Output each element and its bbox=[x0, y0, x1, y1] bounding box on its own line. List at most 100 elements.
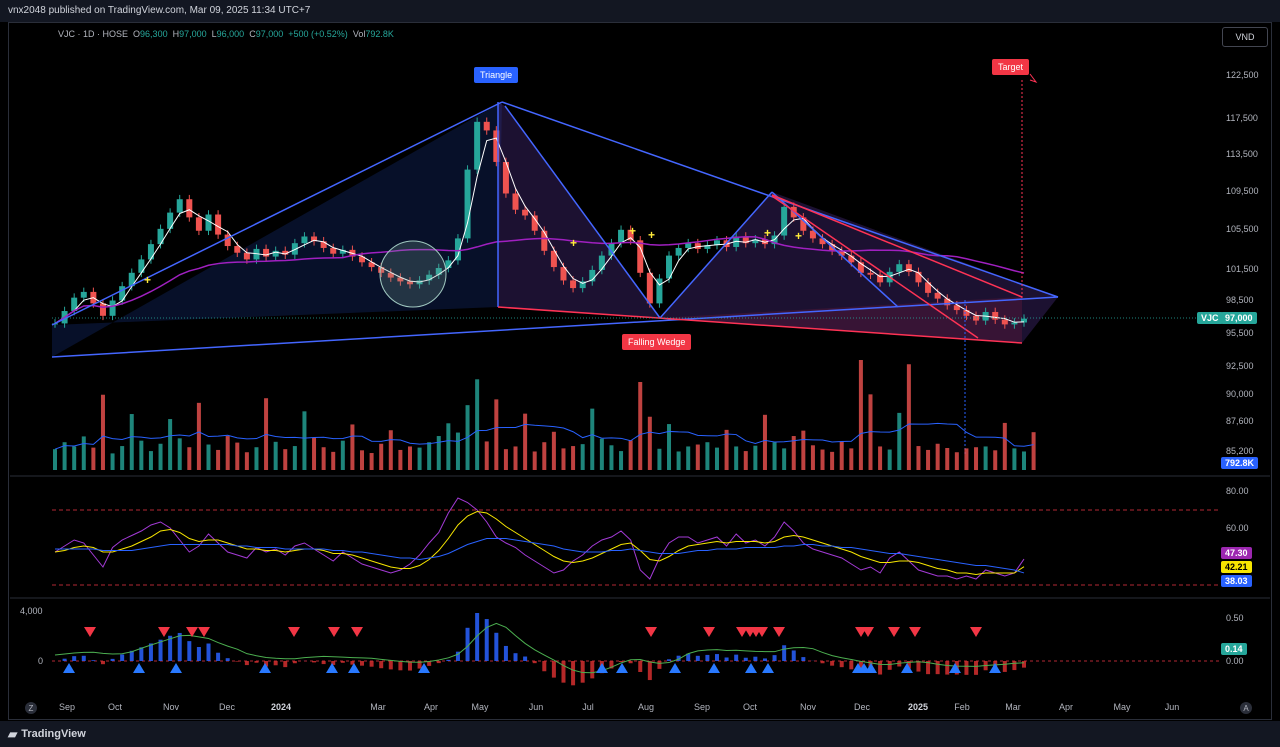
volume-bar bbox=[619, 451, 624, 470]
buy-signal-icon bbox=[63, 663, 75, 673]
legend-low: 96,000 bbox=[216, 29, 245, 39]
osc-bar bbox=[724, 657, 729, 661]
legend-change: +500 (+0.52%) bbox=[288, 29, 348, 39]
volume-bar bbox=[935, 443, 940, 470]
osc-bar bbox=[734, 654, 739, 661]
legend-open: 96,300 bbox=[140, 29, 168, 39]
legend-open-label: O bbox=[133, 29, 141, 39]
y-tick: 92,500 bbox=[1226, 361, 1254, 371]
signal-plus-icon: + bbox=[144, 273, 151, 287]
osc-bar bbox=[206, 643, 211, 661]
osc-bar bbox=[225, 658, 230, 661]
x-tick: Jun bbox=[1164, 702, 1180, 712]
osc-bar bbox=[743, 657, 748, 661]
volume-bar bbox=[283, 449, 288, 470]
osc-bar bbox=[551, 661, 556, 678]
volume-bar bbox=[81, 436, 86, 470]
auto-scale-button[interactable]: A bbox=[1240, 702, 1252, 714]
osc-bar bbox=[81, 655, 86, 661]
osc-bar bbox=[91, 660, 96, 661]
osc-bar bbox=[523, 656, 528, 661]
volume-bar bbox=[571, 446, 576, 470]
volume-bar bbox=[158, 443, 163, 470]
x-tick: Jul bbox=[582, 702, 594, 712]
osc-bar bbox=[110, 658, 115, 661]
osc-bar bbox=[974, 661, 979, 675]
osc-bar bbox=[590, 661, 595, 679]
osc-bar bbox=[196, 647, 201, 661]
x-tick: Feb bbox=[954, 702, 970, 712]
osc-bar bbox=[1012, 661, 1017, 671]
signal-plus-icon: + bbox=[764, 226, 771, 240]
currency-button[interactable]: VND bbox=[1222, 27, 1268, 47]
triangle-annotation[interactable]: Triangle bbox=[474, 67, 519, 83]
osc-bar bbox=[782, 645, 787, 661]
sell-signal-icon bbox=[84, 627, 96, 637]
falling-wedge-annotation[interactable]: Falling Wedge bbox=[622, 334, 692, 350]
volume-bar bbox=[369, 453, 374, 470]
volume-bar bbox=[983, 446, 988, 470]
candle-body bbox=[138, 259, 145, 273]
candle-body bbox=[147, 244, 154, 260]
osc-bar bbox=[360, 661, 365, 666]
osc-bar bbox=[235, 661, 240, 662]
candle-body bbox=[675, 247, 682, 256]
volume-bar bbox=[398, 449, 403, 470]
osc-bar bbox=[657, 661, 662, 669]
signal-plus-icon: + bbox=[648, 228, 655, 242]
candle-body bbox=[896, 264, 903, 272]
osc-tick: 0.50 bbox=[1226, 613, 1244, 623]
osc-bar bbox=[1022, 661, 1026, 668]
osc-tick: 0.00 bbox=[1226, 656, 1244, 666]
volume-bar bbox=[762, 414, 767, 470]
volume-bar bbox=[206, 444, 211, 470]
candle-body bbox=[646, 272, 653, 304]
osc-bar bbox=[762, 658, 767, 661]
x-tick: 2024 bbox=[270, 702, 292, 712]
rsi-tick: 80.00 bbox=[1226, 486, 1249, 496]
tradingview-logo-icon: ▰ bbox=[8, 727, 18, 741]
volume-bar bbox=[849, 448, 854, 470]
volume-bar bbox=[379, 443, 384, 470]
osc-bar bbox=[72, 656, 77, 661]
last-price-label: 97,000 bbox=[1221, 312, 1257, 324]
sell-signal-icon bbox=[909, 627, 921, 637]
candle-body bbox=[176, 199, 183, 213]
volume-bar bbox=[647, 416, 652, 470]
candle-body bbox=[618, 229, 625, 244]
x-tick: May bbox=[1113, 702, 1131, 712]
osc-bar bbox=[436, 661, 441, 664]
osc-bar bbox=[283, 661, 288, 668]
x-tick: Nov bbox=[799, 702, 817, 712]
y-tick: 105,500 bbox=[1226, 224, 1259, 234]
tradingview-logo: ▰ TradingView bbox=[8, 727, 86, 741]
rsi-tick: 60.00 bbox=[1226, 523, 1249, 533]
volume-bar bbox=[494, 399, 499, 470]
volume-bar bbox=[916, 446, 921, 470]
volume-bar bbox=[177, 438, 182, 470]
sell-signal-icon bbox=[198, 627, 210, 637]
buy-signal-icon bbox=[669, 663, 681, 673]
target-annotation[interactable]: Target bbox=[992, 59, 1030, 75]
y-tick: 113,500 bbox=[1226, 149, 1258, 159]
buy-signal-icon bbox=[949, 663, 961, 673]
volume-bar bbox=[599, 438, 604, 470]
osc-bar bbox=[177, 632, 182, 661]
osc-bar bbox=[321, 661, 326, 665]
candle-body bbox=[1001, 319, 1008, 325]
y-tick: 109,500 bbox=[1226, 186, 1259, 196]
chart-svg[interactable]: + + + + + + bbox=[0, 0, 1280, 747]
volume-bar bbox=[139, 440, 144, 470]
candle-body bbox=[512, 193, 519, 210]
volume-bar bbox=[782, 448, 787, 470]
zoom-reset-button[interactable]: Z bbox=[25, 702, 37, 714]
volume-bar bbox=[475, 379, 480, 470]
candle-body bbox=[234, 246, 241, 253]
volume-bar bbox=[436, 436, 441, 470]
volume-bar bbox=[417, 447, 422, 470]
osc-bar bbox=[254, 661, 259, 663]
candle-body bbox=[905, 264, 912, 272]
osc-bar bbox=[705, 654, 710, 661]
buy-signal-icon bbox=[326, 663, 338, 673]
legend-volume: 792.8K bbox=[365, 29, 394, 39]
